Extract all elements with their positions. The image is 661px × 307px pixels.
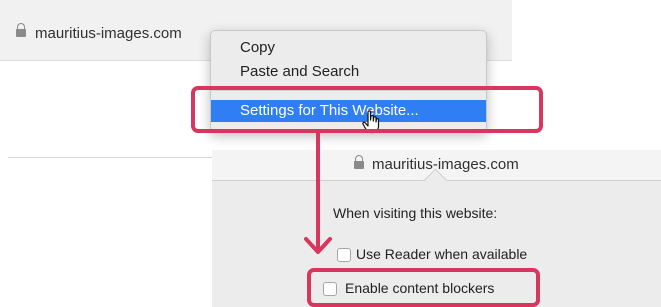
context-menu: Copy Paste and Search Settings for This … [210, 30, 487, 132]
content-blockers-checkbox[interactable] [323, 282, 337, 296]
menu-separator [211, 90, 486, 91]
menu-item-settings-for-this-website[interactable]: Settings for This Website... [211, 100, 486, 122]
lock-icon [354, 155, 364, 169]
menu-item-copy[interactable]: Copy [211, 37, 486, 59]
lock-icon [16, 23, 26, 37]
settings-heading: When visiting this website: [333, 205, 498, 221]
popover-domain: mauritius-images.com [372, 156, 519, 173]
reader-option-label[interactable]: Use Reader when available [356, 246, 527, 262]
divider-line [8, 157, 216, 158]
menu-item-paste-and-search[interactable]: Paste and Search [211, 61, 486, 83]
website-settings-popover: mauritius-images.com When visiting this … [212, 150, 661, 307]
hand-pointer-cursor-icon [362, 110, 380, 134]
reader-checkbox[interactable] [337, 248, 351, 262]
address-url[interactable]: mauritius-images.com [35, 25, 182, 42]
content-blockers-option-label[interactable]: Enable content blockers [345, 280, 494, 296]
